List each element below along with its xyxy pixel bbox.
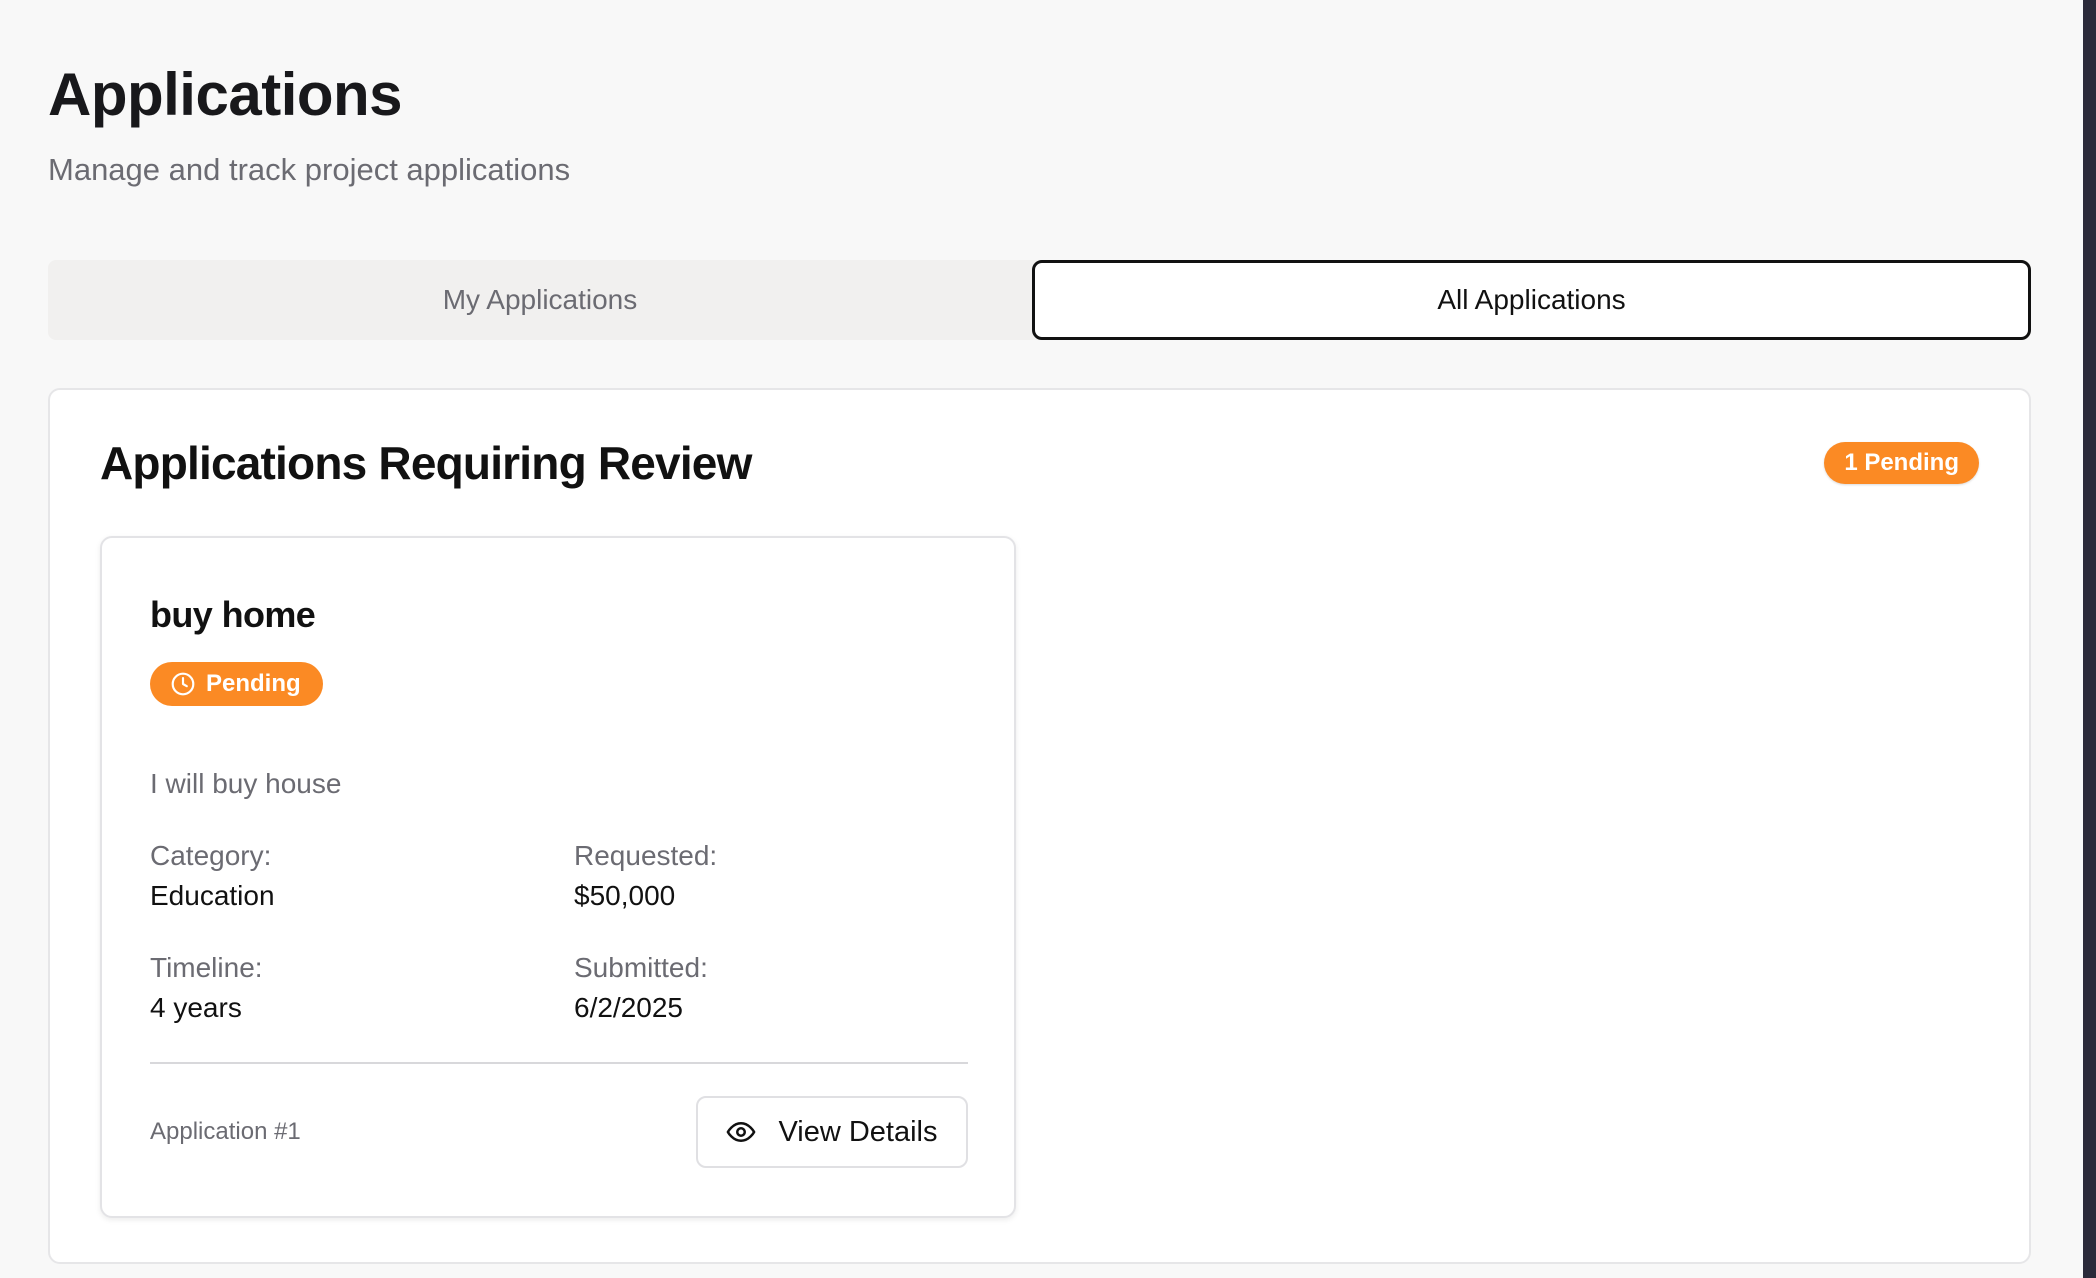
application-description: I will buy house <box>150 768 342 799</box>
category-label: Category: <box>150 840 272 871</box>
review-panel: Applications Requiring Review 1 Pending … <box>48 388 2031 1264</box>
eye-icon <box>726 1117 756 1147</box>
requested-value: $50,000 <box>574 880 676 911</box>
page-title: Applications <box>48 61 403 128</box>
card-divider <box>150 1062 968 1064</box>
submitted-label: Submitted: <box>574 952 708 983</box>
category-value: Education <box>150 880 275 911</box>
application-card: buy home Pending I will buy house Catego… <box>100 536 1016 1218</box>
requested-label: Requested: <box>574 840 718 871</box>
application-title: buy home <box>150 594 316 635</box>
timeline-value: 4 years <box>150 992 242 1023</box>
status-label: Pending <box>206 670 301 697</box>
window-edge <box>2083 0 2096 1278</box>
view-details-label: View Details <box>778 1115 938 1148</box>
clock-icon <box>170 671 196 697</box>
status-badge: Pending <box>150 662 323 706</box>
application-number: Application #1 <box>150 1118 301 1145</box>
view-details-button[interactable]: View Details <box>696 1096 968 1168</box>
tab-bar: My Applications All Applications <box>48 260 2031 340</box>
timeline-label: Timeline: <box>150 952 263 983</box>
tab-my-applications[interactable]: My Applications <box>48 260 1032 340</box>
page-subtitle: Manage and track project applications <box>48 152 571 187</box>
review-section-title: Applications Requiring Review <box>100 437 752 489</box>
pending-count-badge: 1 Pending <box>1824 442 1979 484</box>
submitted-value: 6/2/2025 <box>574 992 683 1023</box>
applications-page: Applications Manage and track project ap… <box>0 0 2083 1278</box>
tab-all-applications[interactable]: All Applications <box>1032 260 2031 340</box>
